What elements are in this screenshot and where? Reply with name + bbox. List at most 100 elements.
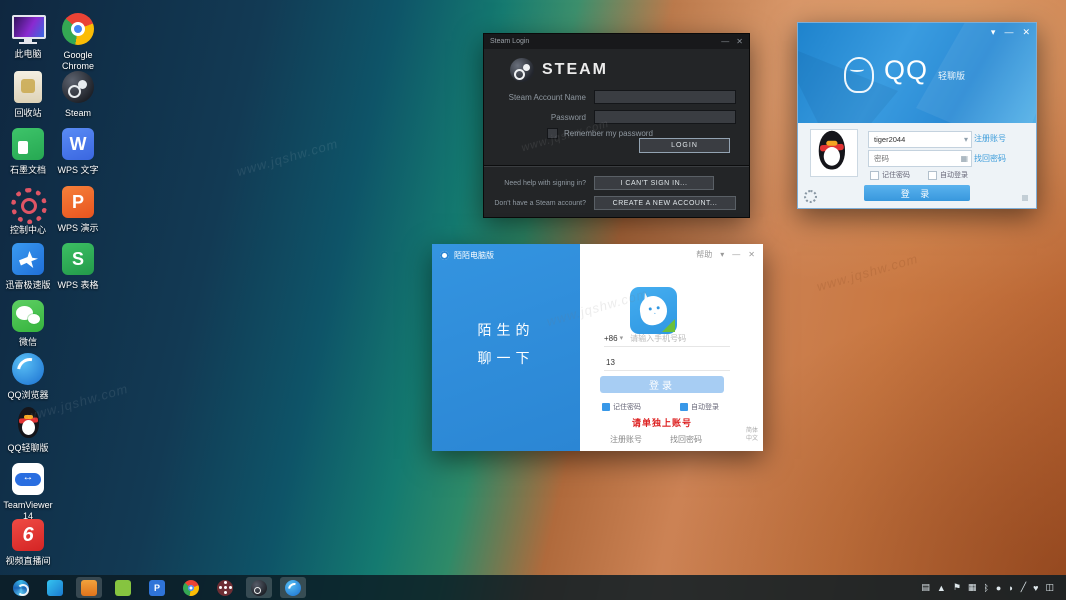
register-link[interactable]: 注册账号 — [610, 434, 642, 445]
desktop-icon-steam[interactable]: Steam — [50, 70, 106, 119]
autologin-checkbox[interactable] — [680, 403, 688, 411]
minimize-icon[interactable]: — — [721, 37, 729, 46]
red-annotation: 请单独上账号 — [596, 416, 728, 429]
remember-row[interactable]: Remember my password — [547, 128, 653, 139]
minimize-icon[interactable]: — — [1004, 27, 1013, 38]
account-input[interactable] — [594, 90, 736, 104]
desktop-icon-wps-writer[interactable]: W WPS 文字 — [50, 127, 106, 176]
taskbar-deepin-flower[interactable] — [212, 577, 238, 598]
taskbar-qq[interactable] — [280, 577, 306, 598]
desktop-icon-wps-presentation[interactable]: P WPS 演示 — [50, 185, 106, 234]
password-row[interactable] — [604, 354, 730, 371]
desktop-icon-recycle-bin[interactable]: 回收站 — [0, 70, 56, 119]
taskbar-steam[interactable] — [246, 577, 272, 598]
desktop-icon-chrome[interactable]: Google Chrome — [50, 12, 106, 72]
taskbar-text-editor[interactable] — [110, 577, 136, 598]
app-logo — [630, 287, 677, 334]
steam-titlebar[interactable]: Steam Login — ✕ — [484, 34, 749, 49]
login-button[interactable]: 登 录 — [864, 185, 970, 201]
volume-icon[interactable]: ◗ — [1008, 583, 1013, 593]
remember-password-option[interactable]: 记住密码 — [870, 170, 910, 180]
login-button[interactable]: LOGIN — [639, 138, 730, 153]
account-combobox[interactable]: ▾ — [868, 131, 972, 148]
desktop-icon-this-pc[interactable]: 此电脑 — [0, 12, 56, 60]
taskbar-chrome[interactable] — [178, 577, 204, 598]
password-input[interactable] — [604, 357, 694, 368]
settings-gear-icon[interactable] — [804, 190, 817, 203]
language-switcher[interactable]: 简体 中文 — [746, 427, 758, 444]
desktop-icon-qq[interactable]: QQ轻聊版 — [0, 406, 56, 454]
wechat-icon — [12, 300, 44, 332]
icon-label: 石墨文档 — [0, 165, 56, 176]
icon-label: QQ浏览器 — [0, 390, 56, 401]
close-icon[interactable]: ✕ — [1022, 27, 1030, 38]
password-input[interactable] — [594, 110, 736, 124]
taskbar-file-manager[interactable] — [42, 577, 68, 598]
qr-code-icon[interactable] — [1020, 193, 1030, 203]
remember-password-option[interactable]: 记住密码 — [602, 402, 641, 412]
create-account-button[interactable]: CREATE A NEW ACCOUNT... — [594, 196, 736, 210]
taskbar-app-store[interactable] — [76, 577, 102, 598]
forgot-password-link[interactable]: 找回密码 — [670, 434, 702, 445]
taskbar-apps: P — [0, 577, 306, 598]
remember-checkbox[interactable] — [602, 403, 610, 411]
minimize-icon[interactable]: — — [732, 250, 740, 259]
desktop-icon-control-center[interactable]: 控制中心 — [0, 185, 56, 236]
password-field[interactable]: ▦ — [868, 150, 972, 167]
usb-icon[interactable]: ▤ — [921, 582, 930, 593]
desktop-icon-wechat[interactable]: 微信 — [0, 299, 56, 348]
help-link[interactable]: 帮助 — [696, 249, 712, 260]
taskbar-launcher[interactable] — [8, 577, 34, 598]
remember-checkbox[interactable] — [870, 171, 879, 180]
remember-checkbox[interactable] — [547, 128, 558, 139]
autologin-checkbox[interactable] — [928, 171, 937, 180]
cant-sign-in-button[interactable]: I CAN'T SIGN IN... — [594, 176, 714, 190]
icon-glyph: S — [72, 249, 84, 270]
password-input[interactable] — [872, 153, 954, 164]
close-icon[interactable]: ✕ — [748, 250, 755, 259]
autologin-label: 自动登录 — [691, 402, 719, 412]
desktop-icon-shimo-docs[interactable]: 石墨文档 — [0, 127, 56, 176]
phone-row[interactable]: +86 ▾ — [604, 330, 730, 347]
close-icon[interactable]: ✕ — [736, 37, 743, 46]
input-method-icon[interactable]: ⚑ — [953, 582, 961, 593]
account-input[interactable] — [872, 134, 954, 145]
desktop-icon-qq-browser[interactable]: QQ浏览器 — [0, 352, 56, 401]
desktop-icon-teamviewer[interactable]: TeamViewer 14 — [0, 462, 56, 522]
gear-icon — [11, 188, 47, 224]
updater-icon[interactable]: ▲ — [937, 583, 946, 593]
taskbar-wps-presentation[interactable]: P — [144, 577, 170, 598]
chevron-down-icon[interactable]: ▾ — [620, 334, 624, 342]
watermark: www.jqshw.com — [815, 251, 920, 294]
notification-center-icon[interactable]: ◫ — [1045, 582, 1054, 593]
login-button[interactable]: 登录 — [600, 376, 724, 393]
icon-glyph: W — [70, 134, 87, 155]
security-center-icon[interactable]: ♥ — [1033, 583, 1038, 593]
status-dot-icon[interactable]: ● — [996, 583, 1001, 593]
bluetooth-icon[interactable]: ᛒ — [983, 583, 988, 593]
phone-input[interactable] — [628, 333, 718, 344]
keyboard-icon[interactable]: ▦ — [960, 154, 968, 163]
screenshot-pen-icon[interactable]: ╱ — [1021, 582, 1026, 593]
autologin-option[interactable]: 自动登录 — [680, 402, 719, 412]
desktop-icon-live[interactable]: 6 视频直播间 — [0, 518, 56, 567]
steam-icon — [62, 71, 94, 103]
chevron-down-icon[interactable]: ▾ — [964, 135, 968, 144]
desktop-icon-thunder[interactable]: 迅雷极速版 — [0, 242, 56, 291]
momo-titlebar: 陌陌电脑版 — [440, 250, 494, 261]
desktop-icon-wps-spreadsheet[interactable]: S WPS 表格 — [50, 242, 106, 291]
green-doc-icon — [12, 128, 44, 160]
momo-login-window: 陌陌电脑版 陌生的 聊一下 帮助 ▾ — ✕ +86 ▾ — [432, 244, 763, 451]
qq-penguin-icon — [11, 406, 45, 440]
autologin-option[interactable]: 自动登录 — [928, 170, 968, 180]
forgot-password-link[interactable]: 找回密码 — [974, 153, 1006, 164]
country-code[interactable]: +86 — [604, 334, 618, 343]
icon-label: QQ轻聊版 — [0, 443, 56, 454]
chevron-down-icon[interactable]: ▾ — [720, 250, 724, 259]
keyboard-icon[interactable]: ▦ — [968, 582, 977, 593]
create-text: Don't have a Steam account? — [484, 200, 586, 207]
steam-login-window: Steam Login — ✕ STEAM Steam Account Name… — [483, 33, 750, 218]
window-title: 陌陌电脑版 — [454, 250, 494, 261]
register-link[interactable]: 注册账号 — [974, 133, 1006, 144]
dropdown-icon[interactable]: ▾ — [991, 27, 996, 38]
